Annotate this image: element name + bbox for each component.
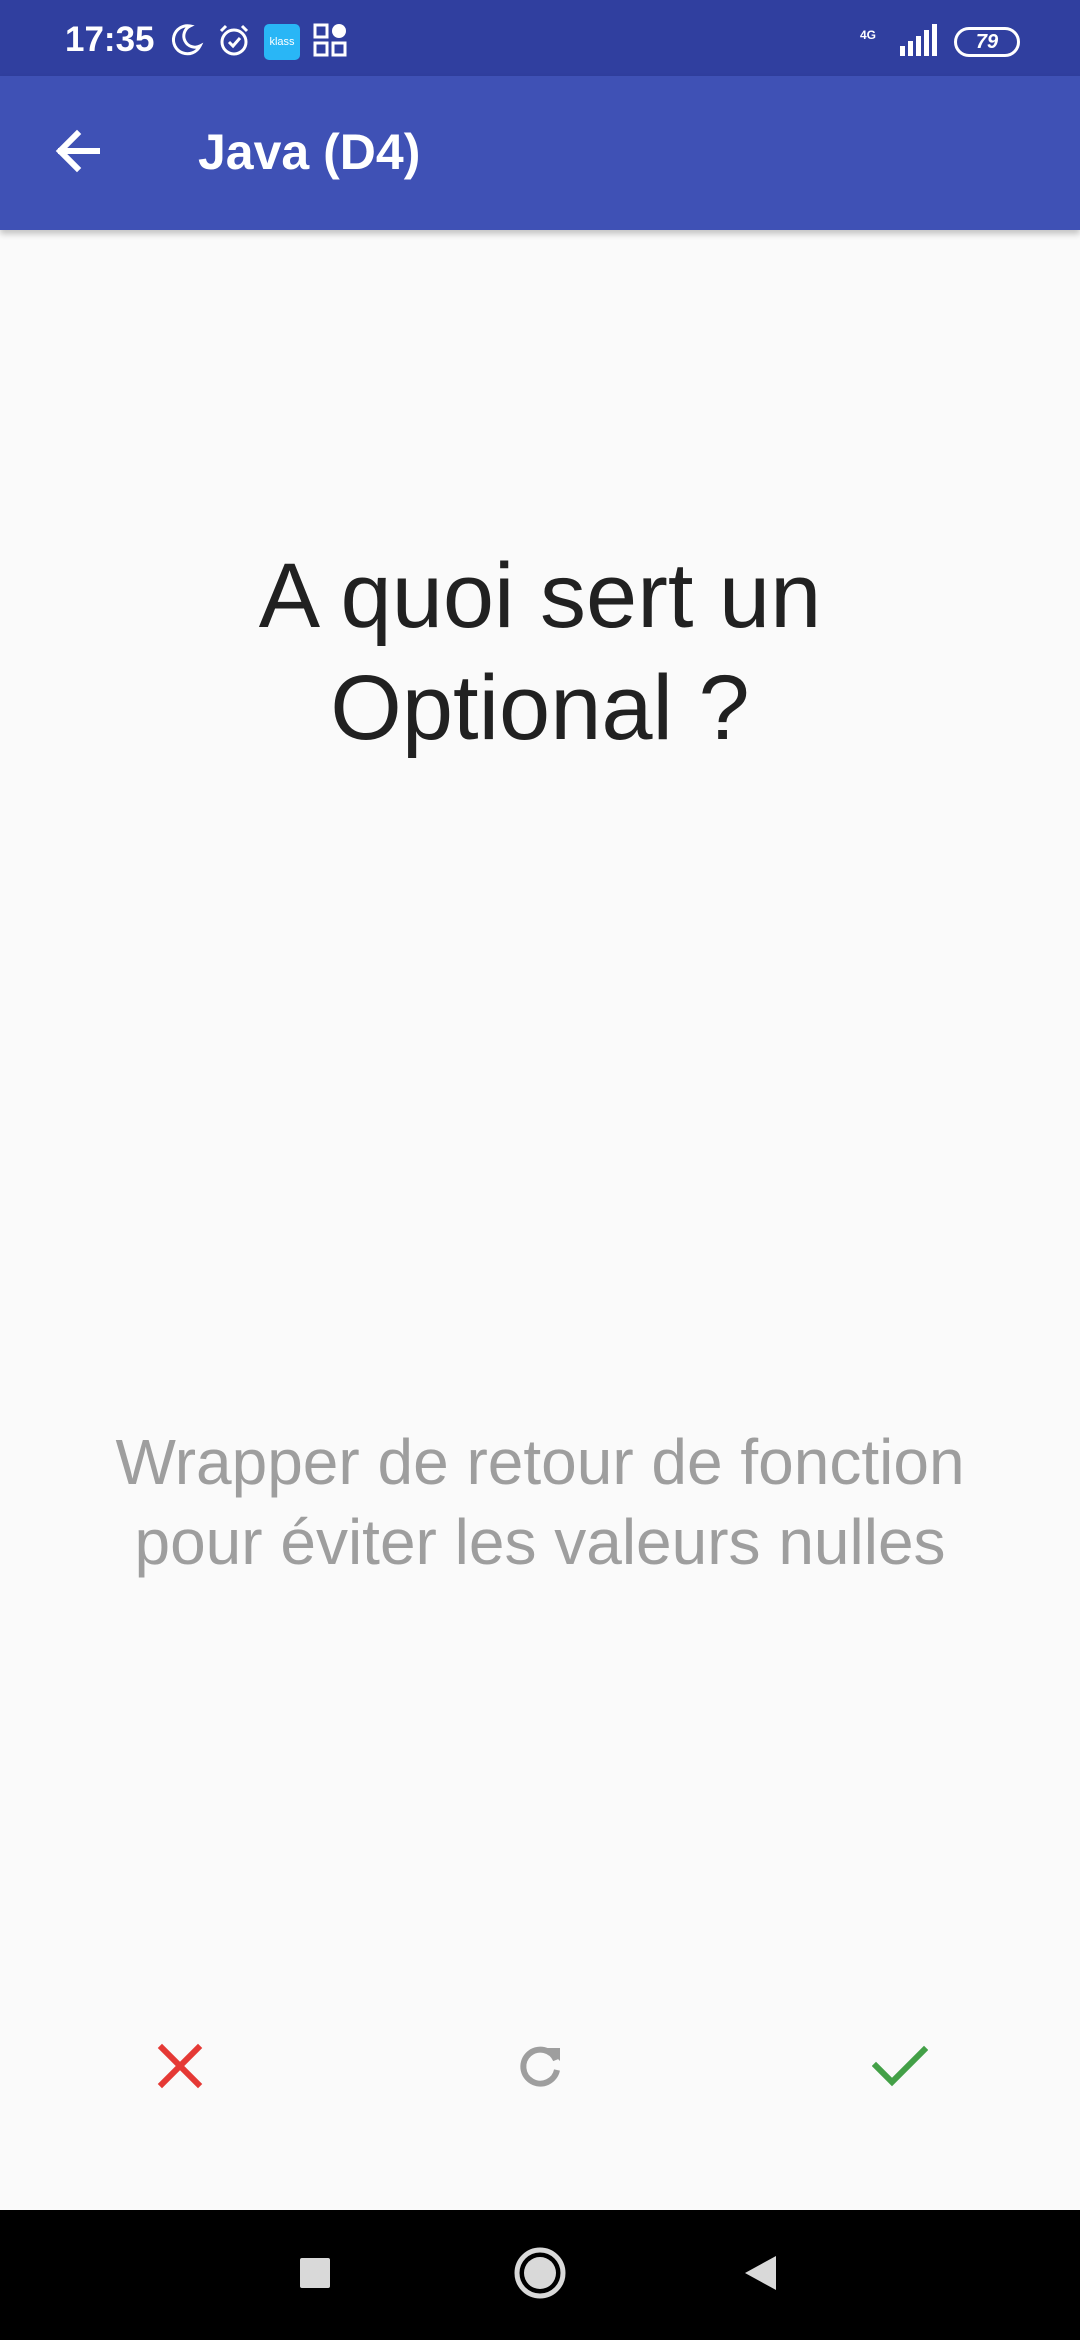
app-bar: Java (D4) [0, 76, 1080, 230]
network-type-label: 4G [860, 28, 877, 42]
klass-app-icon: klass [264, 24, 300, 60]
battery-level: 79 [975, 30, 999, 53]
wrong-answer-button[interactable] [130, 2018, 230, 2118]
reset-card-button[interactable] [490, 2018, 590, 2118]
screen: 17:35 klass 4G 79 Java (D4) A quoi sert … [0, 0, 1080, 2340]
status-system-icons: 4G 79 [856, 22, 1020, 62]
klass-label: klass [269, 36, 295, 48]
correct-answer-button[interactable] [850, 2018, 950, 2118]
check-icon [871, 2044, 929, 2093]
status-bar: 17:35 klass 4G 79 [0, 0, 1080, 76]
nav-back-button[interactable] [720, 2235, 800, 2315]
recents-icon [299, 2257, 331, 2294]
arrow-back-icon [51, 125, 103, 182]
back-button[interactable] [30, 106, 124, 200]
recents-button[interactable] [275, 2235, 355, 2315]
apps-grid-icon [312, 22, 348, 63]
moon-icon [168, 22, 204, 63]
answer-text: Wrapper de retour de fonction pour évite… [115, 1426, 965, 1578]
home-icon [513, 2246, 567, 2305]
refresh-icon [514, 2040, 566, 2097]
back-triangle-icon [742, 2254, 778, 2297]
home-button[interactable] [500, 2235, 580, 2315]
status-notification-icons: klass [168, 22, 348, 62]
network-type: 4G [856, 24, 886, 60]
signal-icon [900, 23, 940, 61]
system-nav-bar [0, 2210, 1080, 2340]
app-title: Java (D4) [198, 124, 421, 180]
close-icon [156, 2042, 204, 2095]
battery-indicator: 79 [954, 27, 1020, 57]
alarm-icon [216, 22, 252, 63]
question-text: A quoi sert un Optional ? [258, 545, 822, 759]
status-time: 17:35 [65, 20, 155, 59]
